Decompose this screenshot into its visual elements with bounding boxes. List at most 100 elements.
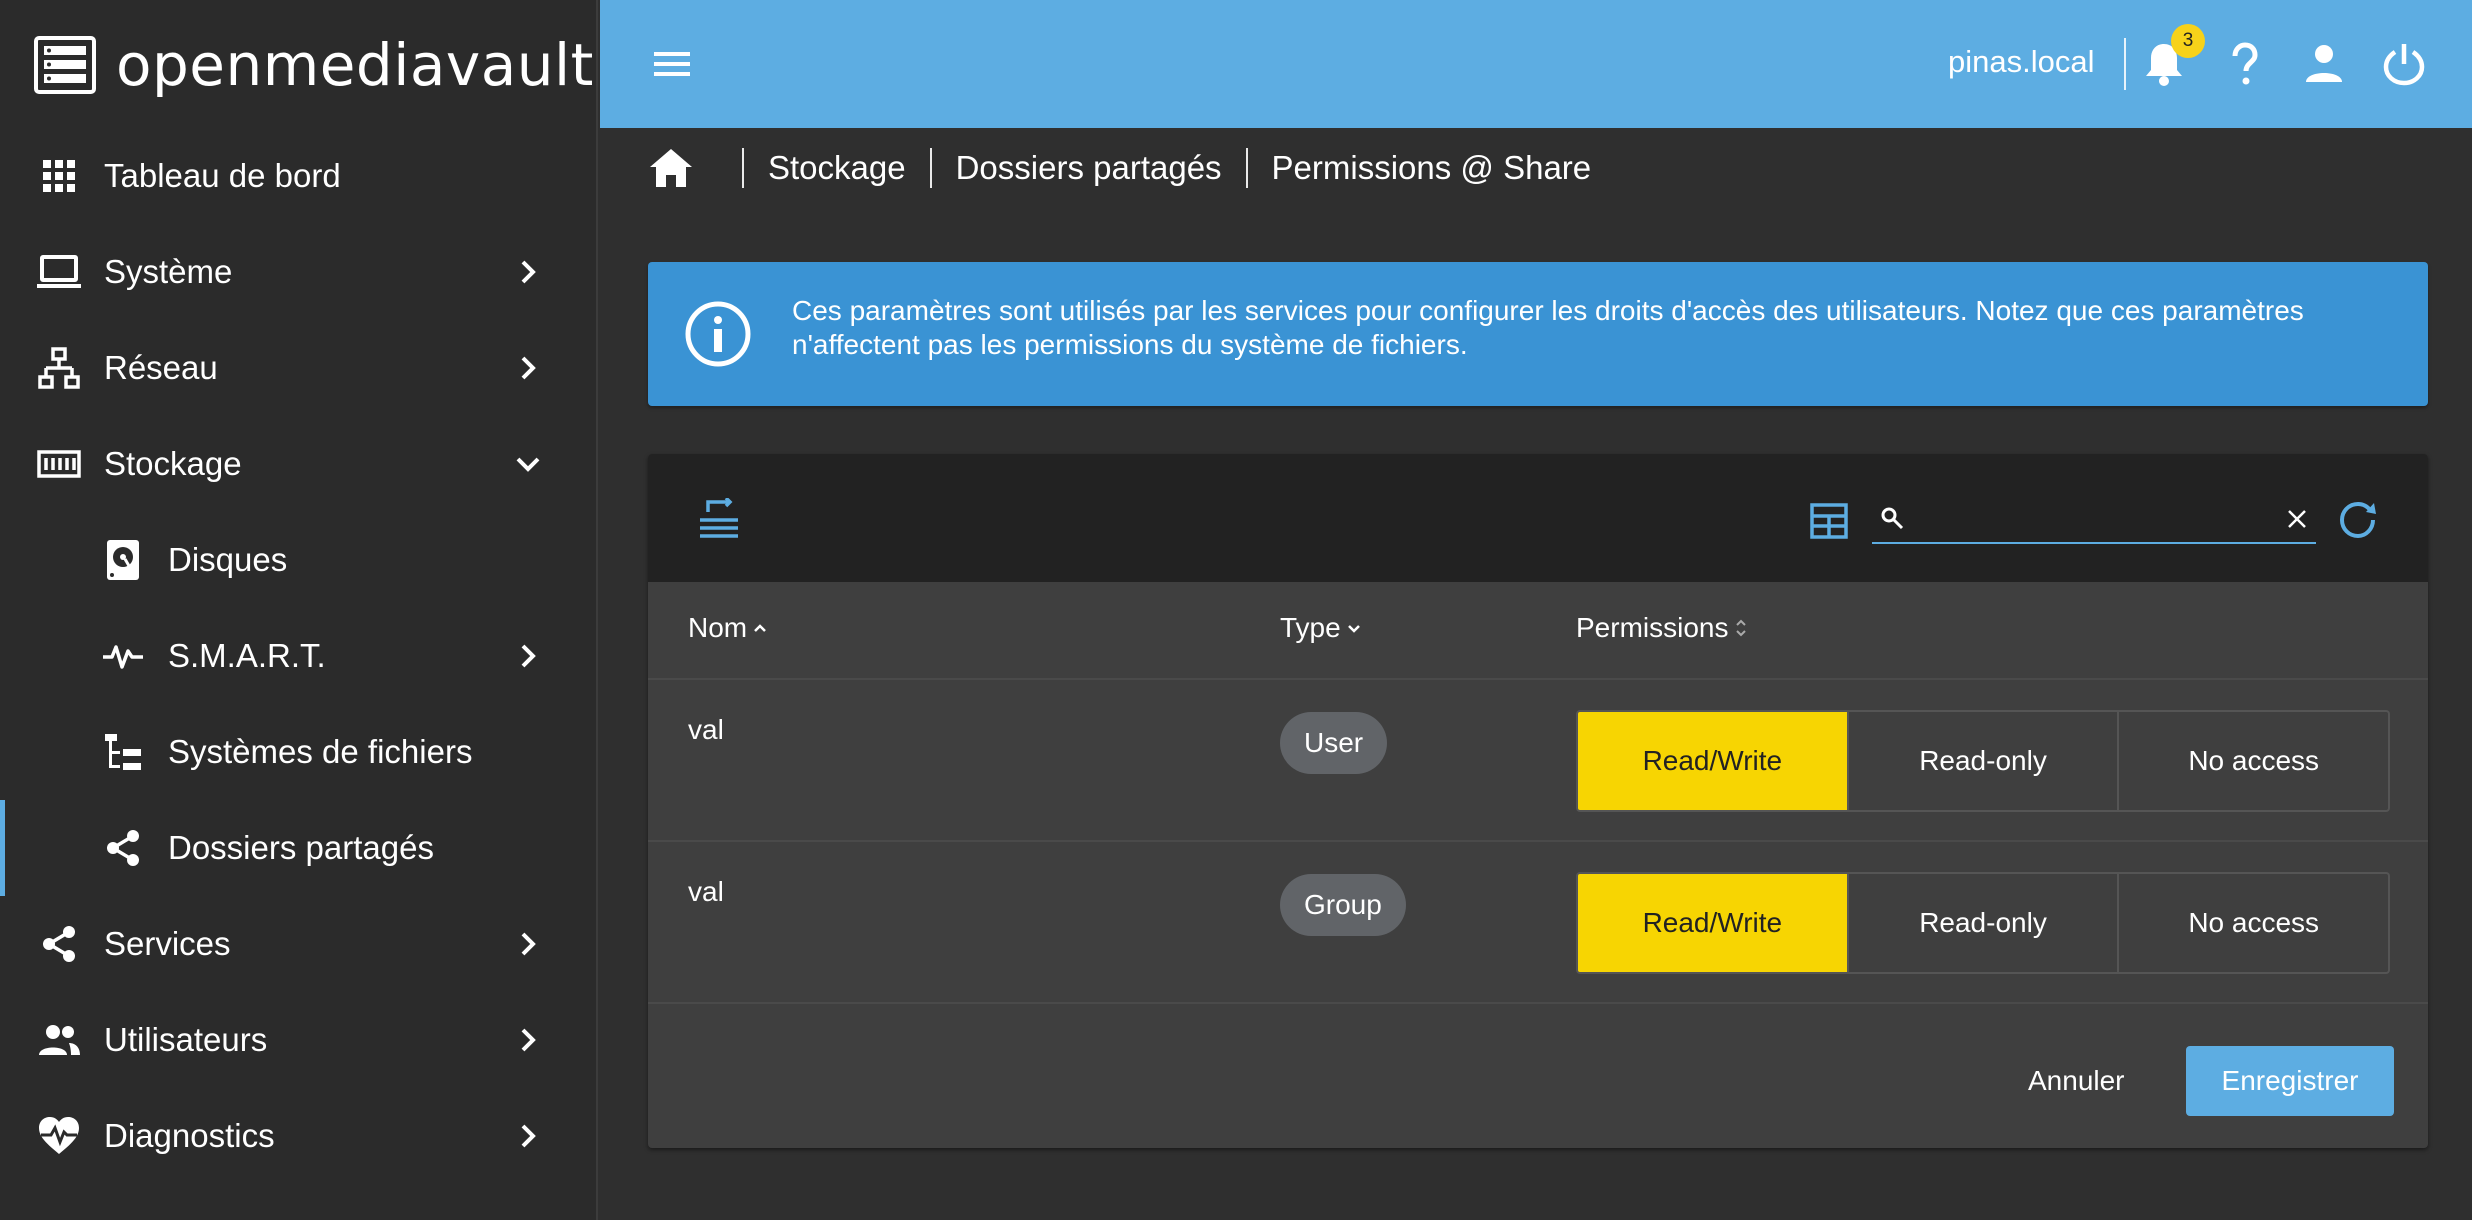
info-alert-text: Ces paramètres sont utilisés par les ser… [792, 295, 2304, 360]
breadcrumb-separator [929, 148, 932, 188]
notification-badge: 3 [2171, 24, 2205, 58]
sidebar-item-label: Dossiers partagés [168, 829, 434, 866]
grid-icon [36, 153, 82, 199]
cancel-button[interactable]: Annuler [2008, 1046, 2145, 1116]
column-header-label: Nom [688, 612, 748, 643]
permission-read-write[interactable]: Read/Write [1578, 874, 1849, 972]
sidebar-item-disks[interactable]: Disques [0, 512, 598, 608]
sort-desc-icon [1347, 625, 1360, 633]
breadcrumb-item-current: Permissions @ Share [1271, 149, 1592, 186]
sidebar-item-system[interactable]: Système [0, 224, 598, 320]
laptop-icon [36, 249, 82, 295]
table-header: Nom Type Permissions [648, 582, 2428, 680]
disk-icon [100, 537, 146, 583]
user-icon[interactable] [2300, 40, 2348, 88]
column-header-label: Permissions [1576, 612, 1729, 643]
cell-name: val [688, 714, 724, 745]
permission-no-access[interactable]: No access [2119, 874, 2388, 972]
sidebar-nav: Tableau de bord Système Réseau Stockage … [0, 128, 598, 1184]
sidebar-item-label: S.M.A.R.T. [168, 637, 326, 674]
chevron-down-icon [516, 457, 540, 472]
sidebar-item-shared-folders[interactable]: Dossiers partagés [0, 800, 598, 896]
tree-icon [100, 729, 146, 775]
column-header-permissions[interactable]: Permissions [1576, 612, 1750, 644]
chevron-right-icon [521, 356, 536, 380]
chevron-right-icon [521, 260, 536, 284]
info-icon [685, 301, 751, 367]
permission-read-only[interactable]: Read-only [1849, 712, 2120, 810]
sidebar-item-filesystems[interactable]: Systèmes de fichiers [0, 704, 598, 800]
search-icon [1881, 507, 1904, 530]
permission-no-access[interactable]: No access [2119, 712, 2388, 810]
menu-icon[interactable] [652, 44, 692, 84]
chevron-right-icon [521, 644, 536, 668]
sidebar-item-dashboard[interactable]: Tableau de bord [0, 128, 598, 224]
column-header-type[interactable]: Type [1280, 612, 1363, 644]
topbar: pinas.local 3 [600, 0, 2472, 128]
search-box [1872, 494, 2316, 544]
chevron-right-icon [521, 932, 536, 956]
sidebar-item-label: Système [104, 253, 233, 290]
permission-toggle-group: Read/Write Read-only No access [1576, 710, 2390, 812]
sidebar-item-services[interactable]: Services [0, 896, 598, 992]
sidebar-item-label: Utilisateurs [104, 1021, 268, 1058]
sidebar-item-network[interactable]: Réseau [0, 320, 598, 416]
sidebar-item-label: Stockage [104, 445, 242, 482]
chevron-right-icon [521, 1124, 536, 1148]
table-row: val Group Read/Write Read-only No access [648, 842, 2428, 1004]
users-icon [36, 1017, 82, 1063]
sidebar-item-diagnostics[interactable]: Diagnostics [0, 1088, 598, 1184]
sidebar-item-label: Diagnostics [104, 1117, 275, 1154]
share-icon [100, 825, 146, 871]
sort-unsorted-icon [1736, 619, 1747, 637]
hostname: pinas.local [1948, 44, 2095, 79]
breadcrumb-item-shared-folders[interactable]: Dossiers partagés [956, 149, 1222, 187]
topbar-divider [2124, 38, 2126, 90]
breadcrumb-separator [1245, 148, 1248, 188]
brand[interactable]: openmediavault [34, 31, 594, 99]
column-header-label: Type [1280, 612, 1341, 643]
info-alert: Ces paramètres sont utilisés par les ser… [648, 262, 2428, 406]
form-actions: Annuler Enregistrer [648, 1006, 2428, 1148]
cell-name: val [688, 876, 724, 907]
sidebar-item-label: Services [104, 925, 231, 962]
type-chip: User [1280, 712, 1388, 774]
edit-permissions-icon[interactable] [698, 498, 740, 540]
close-icon[interactable] [2286, 508, 2308, 530]
help-icon[interactable] [2220, 40, 2268, 88]
sidebar-item-label: Systèmes de fichiers [168, 733, 473, 770]
permission-read-only[interactable]: Read-only [1849, 874, 2120, 972]
permissions-card: Nom Type Permissions val User Read/Write… [648, 454, 2428, 1148]
search-input[interactable] [1916, 498, 2256, 538]
pulse-icon [100, 633, 146, 679]
power-icon[interactable] [2380, 40, 2428, 88]
sidebar-item-label: Disques [168, 541, 288, 578]
brand-name: openmediavault [116, 31, 594, 99]
sidebar-item-storage[interactable]: Stockage [0, 416, 598, 512]
sidebar-item-label: Tableau de bord [104, 157, 341, 194]
home-icon[interactable] [648, 145, 694, 191]
save-button[interactable]: Enregistrer [2186, 1046, 2394, 1116]
table-columns-icon[interactable] [1810, 502, 1848, 540]
column-header-name[interactable]: Nom [688, 612, 769, 644]
sidebar-item-smart[interactable]: S.M.A.R.T. [0, 608, 598, 704]
storage-icon [36, 441, 82, 487]
chevron-right-icon [521, 1028, 536, 1052]
server-logo-icon [34, 36, 96, 94]
permission-read-write[interactable]: Read/Write [1578, 712, 1849, 810]
sidebar-item-users[interactable]: Utilisateurs [0, 992, 598, 1088]
type-chip: Group [1280, 874, 1406, 936]
table-row: val User Read/Write Read-only No access [648, 680, 2428, 842]
share-icon [36, 921, 82, 967]
sort-asc-icon [754, 624, 767, 632]
breadcrumb-separator [742, 148, 744, 188]
breadcrumb: Stockage Dossiers partagés Permissions @… [648, 140, 1591, 196]
sidebar-item-label: Réseau [104, 349, 218, 386]
heart-pulse-icon [36, 1113, 82, 1159]
table-toolbar [648, 454, 2428, 582]
network-icon [36, 345, 82, 391]
breadcrumb-item-storage[interactable]: Stockage [768, 149, 906, 187]
permission-toggle-group: Read/Write Read-only No access [1576, 872, 2390, 974]
sidebar: openmediavault Tableau de bord Système R… [0, 0, 598, 1220]
refresh-icon[interactable] [2336, 498, 2380, 542]
